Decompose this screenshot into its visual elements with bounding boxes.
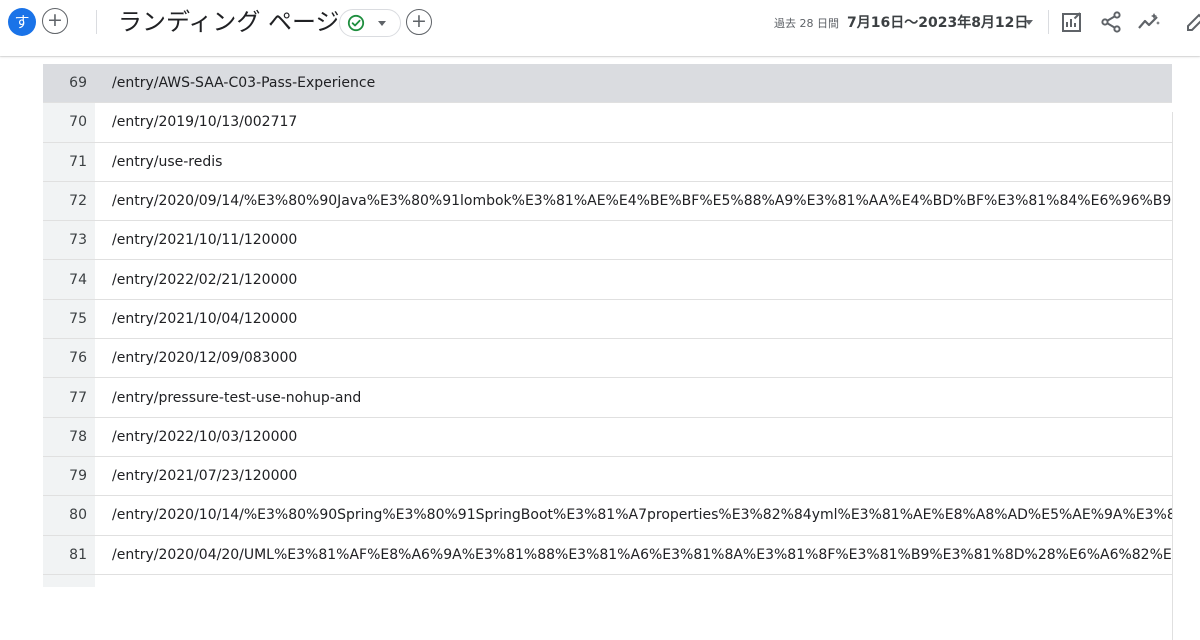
table-body: 69 /entry/AWS-SAA-C03-Pass-Experience 70…	[43, 64, 1172, 587]
row-number: 71	[43, 142, 95, 181]
table-row[interactable]: 72 /entry/2020/09/14/%E3%80%90Java%E3%80…	[43, 181, 1172, 222]
header-divider	[1048, 10, 1049, 34]
table-row[interactable]: 76 /entry/2020/12/09/083000	[43, 339, 1172, 379]
landing-page-path[interactable]: /entry/use-redis	[95, 143, 1172, 181]
table-right-border	[1172, 112, 1173, 640]
landing-page-path[interactable]: /entry/AWS-SAA-C03-Pass-Experience	[95, 64, 1172, 102]
landing-page-path[interactable]: /entry/2020/09/14/%E3%80%90Java%E3%80%91…	[95, 182, 1172, 220]
insights-icon[interactable]	[1137, 10, 1161, 34]
table-row[interactable]: 69 /entry/AWS-SAA-C03-Pass-Experience	[43, 64, 1172, 104]
landing-page-path[interactable]: /entry/2020/04/20/UML%E3%81%AF%E8%A6%9A%…	[95, 536, 1172, 574]
row-number: 76	[43, 339, 95, 378]
row-number: 73	[43, 221, 95, 260]
page-title: ランディング ページ	[118, 8, 340, 36]
table-row[interactable]: 78 /entry/2022/10/03/120000	[43, 417, 1172, 457]
row-number: 79	[43, 456, 95, 496]
row-number: 74	[43, 260, 95, 299]
avatar[interactable]: す	[8, 8, 36, 36]
date-range-label: 過去 28 日間	[774, 17, 839, 30]
table-row[interactable]: 70 /entry/2019/10/13/002717	[43, 103, 1172, 143]
landing-page-path[interactable]: /entry/2022/10/03/120000	[95, 418, 1172, 456]
row-number: 75	[43, 299, 95, 339]
row-number: 81	[43, 535, 95, 574]
table-row[interactable]: 75 /entry/2021/10/04/120000	[43, 299, 1172, 340]
row-number: 77	[43, 378, 95, 417]
date-dropdown-icon[interactable]	[1025, 20, 1033, 25]
landing-page-path[interactable]: /entry/2019/10/13/002717	[95, 103, 1172, 141]
row-number	[43, 574, 95, 587]
table-row[interactable]: 77 /entry/pressure-test-use-nohup-and	[43, 378, 1172, 418]
landing-page-path[interactable]: /entry/2021/07/23/120000	[95, 457, 1172, 495]
row-number: 69	[43, 64, 95, 103]
landing-page-path[interactable]: /entry/2020/12/09/083000	[95, 339, 1172, 377]
table-row[interactable]: 71 /entry/use-redis	[43, 142, 1172, 182]
status-dropdown[interactable]	[339, 9, 401, 37]
check-circle-icon	[347, 14, 365, 32]
header-divider	[96, 10, 97, 34]
add-comparison-button[interactable]: +	[42, 8, 68, 34]
customize-report-icon[interactable]	[1060, 10, 1084, 34]
share-icon[interactable]	[1099, 10, 1123, 34]
row-number: 78	[43, 417, 95, 456]
table-row-partial	[43, 574, 1172, 587]
landing-page-path[interactable]: /entry/2020/10/14/%E3%80%90Spring%E3%80%…	[95, 496, 1172, 534]
table-row[interactable]: 74 /entry/2022/02/21/120000	[43, 260, 1172, 300]
landing-page-path[interactable]: /entry/pressure-test-use-nohup-and	[95, 378, 1172, 416]
add-filter-button[interactable]: +	[406, 9, 432, 35]
landing-page-path[interactable]: /entry/2021/10/11/120000	[95, 221, 1172, 259]
landing-page-path[interactable]: /entry/2022/02/21/120000	[95, 260, 1172, 298]
row-number: 80	[43, 496, 95, 535]
table-row[interactable]: 73 /entry/2021/10/11/120000	[43, 221, 1172, 261]
chevron-down-icon	[378, 21, 386, 26]
row-number: 70	[43, 103, 95, 142]
date-range-selector[interactable]: 7月16日～2023年8月12日	[847, 12, 1028, 32]
landing-page-table: 69 /entry/AWS-SAA-C03-Pass-Experience 70…	[0, 56, 1200, 640]
table-row[interactable]: 81 /entry/2020/04/20/UML%E3%81%AF%E8%A6%…	[43, 535, 1172, 575]
report-header: す + ランディング ページ + 過去 28 日間 7月16日～2023年8月1…	[0, 0, 1200, 56]
landing-page-path[interactable]: /entry/2021/10/04/120000	[95, 300, 1172, 338]
row-number: 72	[43, 181, 95, 221]
table-row[interactable]: 79 /entry/2021/07/23/120000	[43, 456, 1172, 497]
table-row[interactable]: 80 /entry/2020/10/14/%E3%80%90Spring%E3%…	[43, 496, 1172, 536]
edit-icon[interactable]	[1184, 10, 1200, 34]
